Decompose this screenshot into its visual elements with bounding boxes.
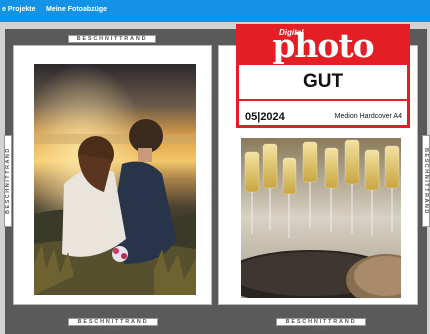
top-menubar: e Projekte Meine Fotoabzüge	[0, 0, 430, 22]
bleed-label-left: BESCHNITTRAND	[4, 135, 12, 227]
test-award-badge: photo Digital GUT 05|2024 Medion Hardcov…	[236, 24, 410, 128]
bleed-label-top-left: BESCHNITTRAND	[68, 35, 156, 43]
page-left[interactable]	[13, 45, 212, 305]
badge-brand-logo: photo	[272, 26, 374, 65]
badge-verdict: GUT	[302, 71, 344, 92]
menu-projects[interactable]: e Projekte	[2, 6, 35, 13]
bleed-label-bottom-left: BESCHNITTRAND	[68, 318, 158, 326]
couple-sunset-image	[34, 64, 196, 295]
photo-champagne-glasses[interactable]	[241, 138, 401, 298]
page-number-right: Seite 5	[314, 326, 329, 331]
badge-header: photo Digital	[239, 27, 407, 65]
page-number-left: Seite 4	[106, 326, 121, 331]
photo-couple-sunset[interactable]	[34, 64, 196, 295]
bleed-label-right: BESCHNITTRAND	[422, 135, 430, 227]
menu-my-prints[interactable]: Meine Fotoabzüge	[46, 6, 107, 13]
badge-brand-small: Digital	[279, 28, 304, 37]
champagne-glasses-image	[241, 138, 401, 298]
badge-issue: 05|2024	[245, 111, 285, 123]
badge-divider	[239, 99, 407, 101]
bleed-label-bottom-right: BESCHNITTRAND	[276, 318, 366, 326]
badge-product: Medion Hardcover A4	[334, 113, 402, 120]
